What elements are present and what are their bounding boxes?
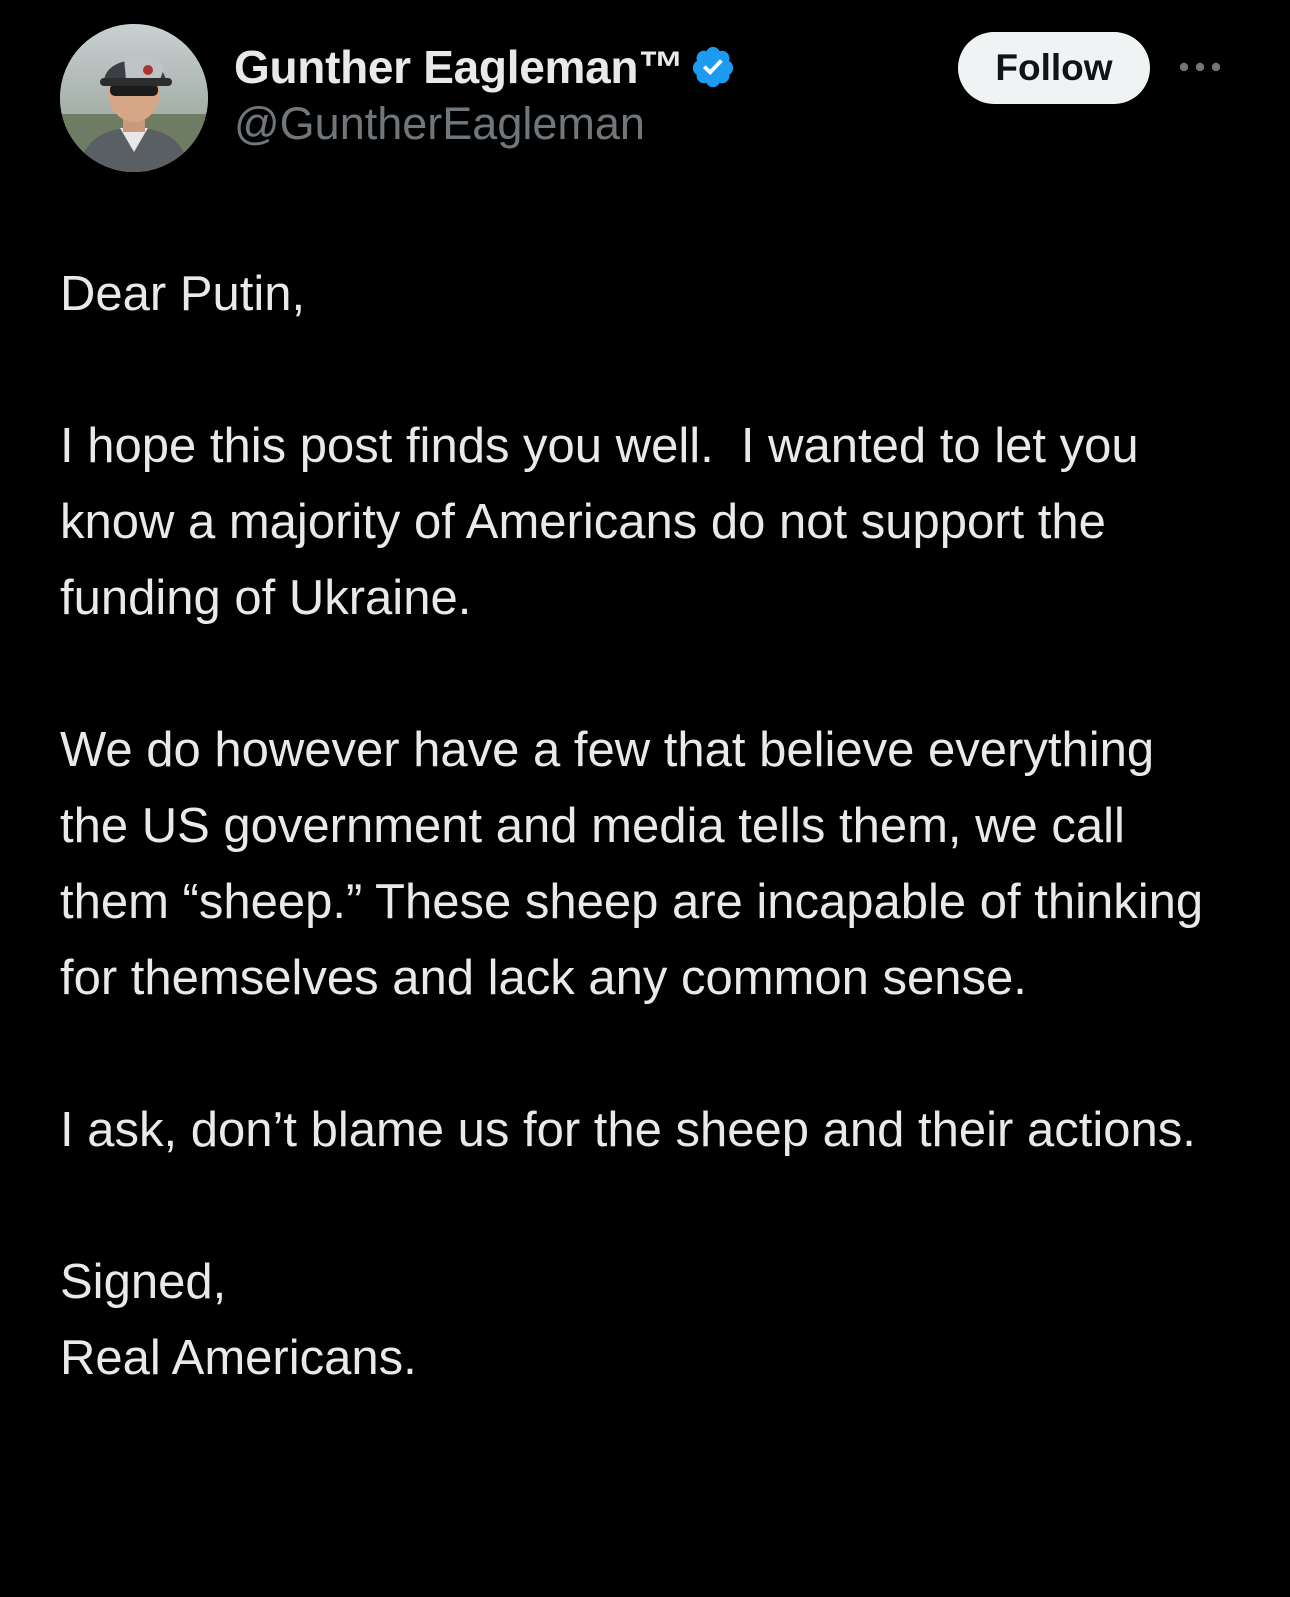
user-info: Gunther Eagleman™ @GuntherEagleman [234,38,736,150]
display-name[interactable]: Gunther Eagleman™ [234,40,684,94]
profile-photo-icon [60,24,208,172]
tweet: Gunther Eagleman™ @GuntherEagleman Follo… [0,0,1290,1597]
tweet-text: Dear Putin, I hope this post finds you w… [60,256,1230,1396]
tweet-paragraph: Dear Putin, [60,267,306,321]
tweet-paragraph: I ask, don’t blame us for the sheep and … [60,1103,1196,1157]
tweet-signature: Signed, Real Americans. [60,1255,417,1385]
follow-button[interactable]: Follow [958,32,1150,104]
avatar[interactable] [60,24,208,172]
name-row: Gunther Eagleman™ [234,38,736,96]
more-dots-icon [1179,62,1221,72]
more-options-button[interactable] [1175,50,1225,84]
tweet-header: Gunther Eagleman™ @GuntherEagleman Follo… [60,24,1230,174]
user-handle[interactable]: @GuntherEagleman [234,98,736,150]
verified-badge-icon[interactable] [690,44,736,90]
tweet-paragraph: We do however have a few that believe ev… [60,723,1217,1005]
tweet-paragraph: I hope this post finds you well. I wante… [60,419,1153,625]
